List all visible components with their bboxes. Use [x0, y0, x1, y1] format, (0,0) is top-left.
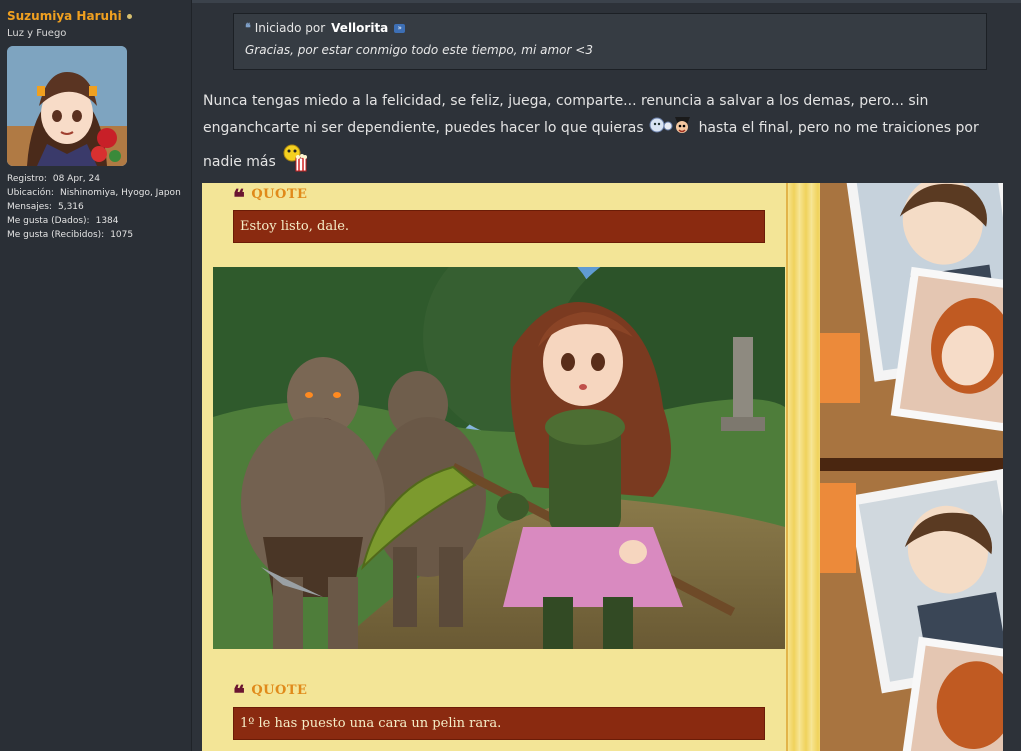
quote-mark-icon: ❝: [233, 680, 246, 707]
avatar-image: [7, 46, 127, 166]
user-avatar[interactable]: [7, 46, 127, 166]
fantasy-scene-image: [213, 267, 785, 649]
smiley-group-icon: [648, 113, 694, 143]
quote-prefix: Iniciado por: [254, 21, 326, 35]
stat-likes-received: Me gusta (Recibidos): 1075: [7, 228, 191, 242]
post-content: ❛❛ Iniciado por Vellorita » Gracias, por…: [193, 0, 1021, 751]
user-sidebar: Suzumiya Haruhi Luz y Fuego Registro: 08…: [0, 0, 192, 751]
stat-value: Nishinomiya, Hyogo, Japon: [59, 188, 181, 198]
stat-label: Ubicación:: [7, 188, 54, 198]
user-signature: ❝ QUOTE Estoy listo, dale. ❝ QUOTE 1º le…: [202, 183, 1003, 751]
post-message: Nunca tengas miedo a la felicidad, se fe…: [203, 90, 1015, 181]
popcorn-smiley-icon: [280, 143, 310, 181]
online-status-icon: [126, 13, 132, 19]
quote-mark-icon: ❝: [233, 184, 246, 211]
quote-label: QUOTE: [251, 187, 308, 202]
stat-value: 5,316: [57, 202, 84, 212]
quote-text: Gracias, por estar conmigo todo este tie…: [245, 43, 593, 57]
signature-quote1-text: Estoy listo, dale.: [233, 210, 765, 243]
forum-post-page: Suzumiya Haruhi Luz y Fuego Registro: 08…: [0, 0, 1021, 751]
stat-likes-given: Me gusta (Dados): 1384: [7, 214, 191, 228]
stat-label: Mensajes:: [7, 202, 52, 212]
stat-value: 1384: [95, 216, 119, 226]
quoted-post: ❛❛ Iniciado por Vellorita » Gracias, por…: [233, 13, 987, 70]
stat-value: 1075: [110, 230, 134, 240]
stat-label: Me gusta (Recibidos):: [7, 230, 105, 240]
signature-quote2-header: ❝ QUOTE: [233, 680, 308, 707]
quote-author-link[interactable]: Vellorita: [331, 21, 388, 35]
user-title: Luz y Fuego: [7, 28, 67, 39]
signature-artwork[interactable]: [213, 267, 785, 649]
stat-label: Me gusta (Dados):: [7, 216, 90, 226]
photo-collage-image: [820, 183, 1003, 751]
stat-ubicacion: Ubicación: Nishinomiya, Hyogo, Japon: [7, 186, 191, 200]
username-link[interactable]: Suzumiya Haruhi: [7, 9, 122, 23]
username-row: Suzumiya Haruhi: [7, 9, 191, 23]
stat-label: Registro:: [7, 174, 47, 184]
signature-quote2-text: 1º le has puesto una cara un pelin rara.: [233, 707, 765, 740]
signature-quote1-header: ❝ QUOTE: [233, 184, 308, 211]
signature-photo-collage: [820, 183, 1003, 751]
quote-label: QUOTE: [251, 683, 308, 698]
signature-panel: ❝ QUOTE Estoy listo, dale. ❝ QUOTE 1º le…: [202, 183, 788, 751]
quote-header: ❛❛ Iniciado por Vellorita »: [245, 21, 406, 35]
stat-mensajes: Mensajes: 5,316: [7, 200, 191, 214]
stat-value: 08 Apr, 24: [52, 174, 100, 184]
stat-registro: Registro: 08 Apr, 24: [7, 172, 191, 186]
quote-icon: ❛❛: [245, 21, 251, 35]
jump-to-post-icon[interactable]: »: [394, 23, 406, 33]
signature-decorative-strip: [788, 183, 820, 751]
user-stats: Registro: 08 Apr, 24 Ubicación: Nishinomi…: [7, 172, 191, 242]
